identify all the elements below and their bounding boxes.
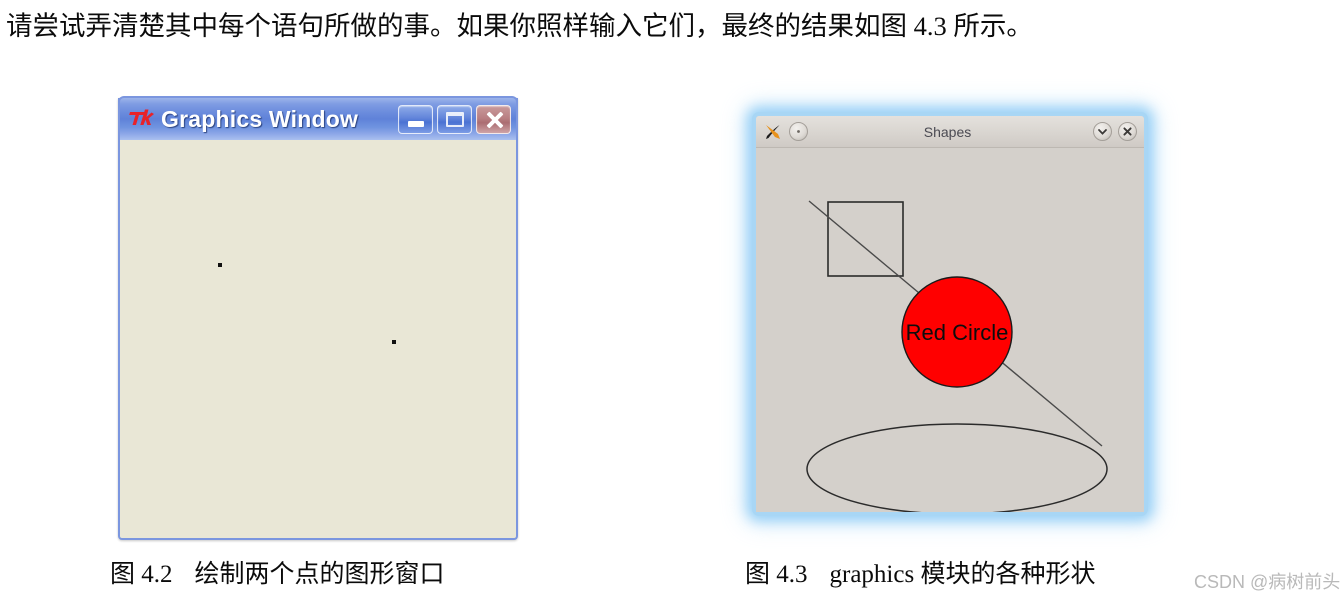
minimize-button[interactable] <box>398 104 433 134</box>
maximize-icon <box>446 111 464 127</box>
tk-logo-icon <box>129 109 154 125</box>
figure-caption-4-3: 图 4.3 graphics 模块的各种形状 <box>745 558 1095 592</box>
shape-ellipse <box>806 423 1108 512</box>
graphics-window-title: Graphics Window <box>161 106 359 132</box>
close-button[interactable] <box>476 104 511 134</box>
maximize-button[interactable] <box>437 104 472 134</box>
dot-icon <box>797 130 800 133</box>
menu-button[interactable] <box>789 122 808 141</box>
close-icon <box>1123 127 1132 136</box>
body-paragraph: 请尝试弄清楚其中每个语句所做的事。如果你照样输入它们，最终的结果如图 4.3 所… <box>6 11 1033 41</box>
shapes-window: Shapes Red Circle <box>752 112 1148 516</box>
minimize-icon <box>408 120 424 127</box>
tk-feather-icon <box>766 124 780 139</box>
figure-caption-text: graphics 模块的各种形状 <box>829 561 1096 588</box>
graphics-canvas[interactable] <box>120 140 516 536</box>
plot-point <box>218 263 222 267</box>
shapes-canvas[interactable]: Red Circle <box>756 148 1144 512</box>
close-icon <box>486 111 504 128</box>
minimize-button[interactable] <box>1093 122 1112 141</box>
plot-point <box>392 340 396 344</box>
csdn-watermark: CSDN @病树前头 <box>1194 572 1341 592</box>
chevron-down-icon <box>1098 129 1107 135</box>
figure-number: 图 4.2 <box>110 561 173 588</box>
figure-caption-4-2: 图 4.2 绘制两个点的图形窗口 <box>110 558 445 592</box>
shapes-drawing: Red Circle <box>806 200 1108 512</box>
figure-number: 图 4.3 <box>745 561 808 588</box>
shape-rectangle <box>827 201 904 277</box>
close-button[interactable] <box>1118 122 1137 141</box>
shapes-window-title: Shapes <box>923 123 972 140</box>
red-circle-label: Red Circle <box>906 320 1009 345</box>
figure-caption-text: 绘制两个点的图形窗口 <box>194 561 445 588</box>
shapes-window-titlebar[interactable]: Shapes <box>756 116 1144 148</box>
graphics-window-titlebar[interactable]: Graphics Window <box>118 96 518 140</box>
graphics-window: Graphics Window <box>118 96 518 540</box>
